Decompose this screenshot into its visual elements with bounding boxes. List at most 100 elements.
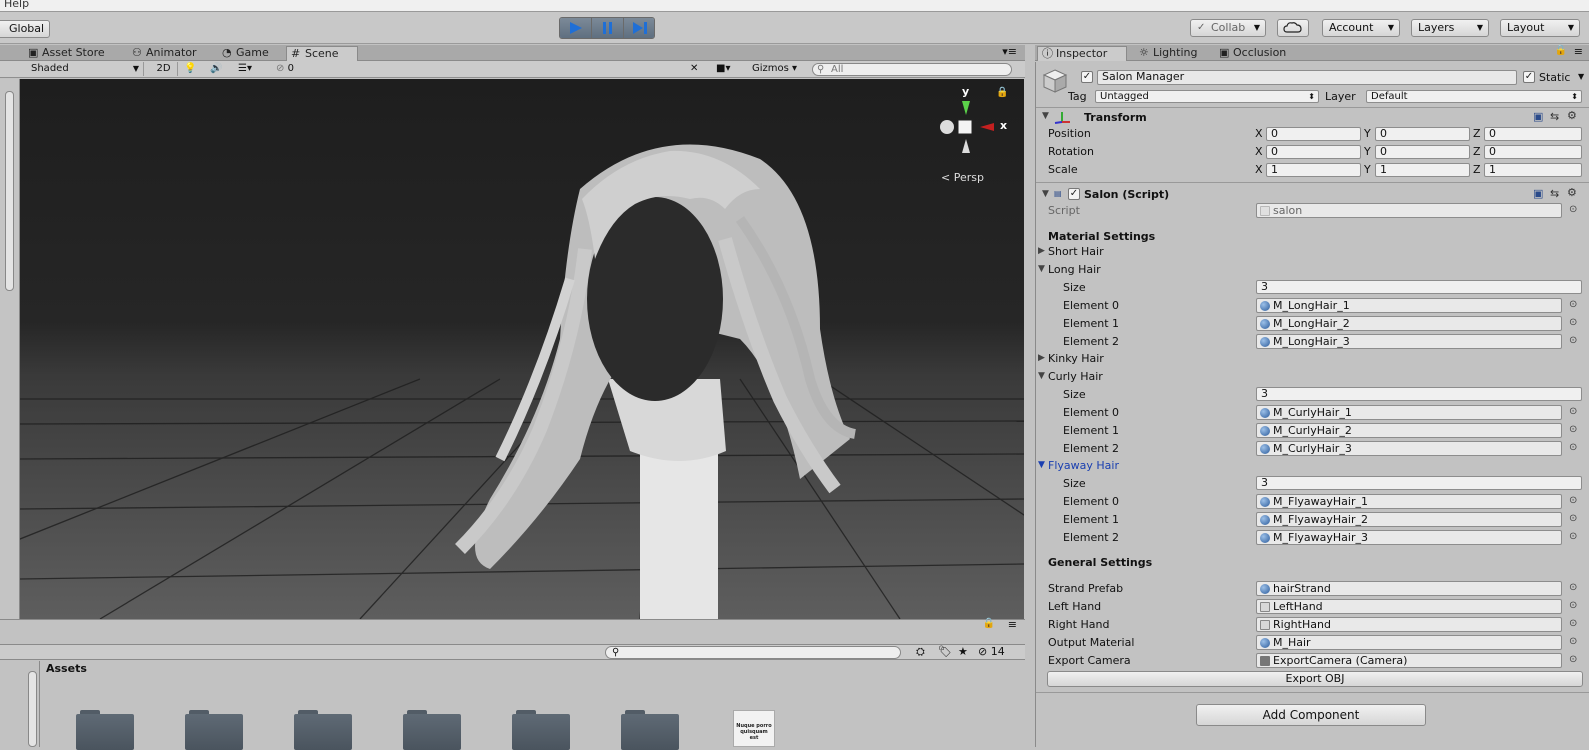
kinky-hair-foldout[interactable]: Kinky Hair	[1048, 352, 1104, 365]
settings-gear-icon[interactable]: ⚙	[1567, 109, 1577, 122]
curly-hair-foldout[interactable]: Curly Hair	[1048, 370, 1103, 383]
account-dropdown[interactable]: Account ▼	[1322, 19, 1400, 37]
text-file-item[interactable]: Nuque porro quisquam est	[733, 710, 775, 747]
help-book-icon[interactable]: ▣	[1533, 187, 1543, 200]
export-obj-button[interactable]: Export OBJ	[1047, 671, 1583, 687]
step-button[interactable]	[624, 18, 654, 38]
tab-animator[interactable]: ⚇ Animator	[128, 46, 203, 61]
panel-menu-icon[interactable]: ≡	[1574, 45, 1583, 58]
project-search-input[interactable]: ⚲	[605, 646, 901, 659]
lighting-toggle-icon[interactable]: 💡	[184, 62, 202, 76]
folder-item[interactable]	[621, 710, 679, 750]
flyaway-hair-element-field[interactable]: M_FlyawayHair_1	[1256, 494, 1562, 509]
layers-dropdown[interactable]: Layers ▼	[1411, 19, 1489, 37]
tag-dropdown[interactable]: Untagged ⬍	[1095, 90, 1319, 103]
pivot-space-toggle[interactable]: Global	[0, 20, 50, 38]
long-hair-size-field[interactable]: 3	[1256, 280, 1582, 294]
layer-dropdown[interactable]: Default ⬍	[1366, 90, 1582, 103]
position-y-field[interactable]: 0	[1375, 127, 1470, 141]
folder-item[interactable]	[76, 710, 134, 750]
rotation-x-field[interactable]: 0	[1266, 145, 1361, 159]
menu-help[interactable]: Help	[4, 0, 29, 10]
flyaway-hair-element-field[interactable]: M_FlyawayHair_3	[1256, 530, 1562, 545]
scene-horizontal-scrollbar[interactable]: 🔒 ≡	[0, 618, 1025, 633]
lock-icon[interactable]: 🔒	[1555, 45, 1567, 56]
tab-inspector[interactable]: ⓘ Inspector	[1037, 46, 1127, 61]
curly-hair-element-field[interactable]: M_CurlyHair_3	[1256, 441, 1562, 456]
settings-gear-icon[interactable]: ⚙	[1567, 186, 1577, 199]
script-foldout-arrow-icon[interactable]: ▼	[1042, 189, 1049, 199]
scrollbar-thumb[interactable]	[5, 91, 14, 291]
curly-hair-size-field[interactable]: 3	[1256, 387, 1582, 401]
object-name-field[interactable]: Salon Manager	[1097, 70, 1517, 85]
folder-item[interactable]	[512, 710, 570, 750]
gizmos-dropdown[interactable]: Gizmos ▾	[752, 62, 802, 76]
flyaway-hair-size-field[interactable]: 3	[1256, 476, 1582, 490]
export-camera-field[interactable]: ExportCamera (Camera)	[1256, 653, 1562, 668]
assets-breadcrumb[interactable]: Assets	[46, 662, 87, 675]
tab-lighting[interactable]: ☼ Lighting	[1135, 46, 1203, 61]
object-picker-icon[interactable]: ⊙	[1569, 654, 1577, 665]
effects-dropdown-icon[interactable]: ☰▾	[238, 62, 268, 76]
strand-prefab-field[interactable]: hairStrand	[1256, 581, 1562, 596]
scrollbar-thumb[interactable]	[28, 671, 37, 747]
curly-hair-element-field[interactable]: M_CurlyHair_1	[1256, 405, 1562, 420]
folder-item[interactable]	[294, 710, 352, 750]
static-checkbox[interactable]: ✓	[1523, 71, 1535, 83]
folder-item[interactable]	[403, 710, 461, 750]
left-hand-field[interactable]: LeftHand	[1256, 599, 1562, 614]
cloud-button[interactable]	[1277, 19, 1309, 37]
short-hair-foldout[interactable]: Short Hair	[1048, 245, 1104, 258]
script-enabled-checkbox[interactable]: ✓	[1068, 188, 1080, 200]
hidden-count[interactable]: ⊘ 14	[978, 645, 1005, 658]
rotation-y-field[interactable]: 0	[1375, 145, 1470, 159]
scale-z-field[interactable]: 1	[1484, 163, 1582, 177]
object-picker-icon[interactable]: ⊙	[1569, 531, 1577, 542]
preset-icon[interactable]: ⇆	[1550, 110, 1559, 123]
object-picker-icon[interactable]: ⊙	[1569, 406, 1577, 417]
right-hand-field[interactable]: RightHand	[1256, 617, 1562, 632]
object-picker-icon[interactable]: ⊙	[1569, 442, 1577, 453]
scene-vertical-scrollbar[interactable]	[0, 79, 20, 619]
foldout-expanded-icon[interactable]: ▼	[1038, 264, 1045, 274]
scene-viewport[interactable]: y x 🔒 < Persp	[20, 79, 1024, 619]
tab-asset-store[interactable]: ▣ Asset Store	[24, 46, 111, 61]
object-picker-icon[interactable]: ⊙	[1569, 335, 1577, 346]
object-picker-icon[interactable]: ⊙	[1569, 424, 1577, 435]
pause-button[interactable]	[592, 18, 624, 38]
object-picker-icon[interactable]: ⊙	[1569, 600, 1577, 611]
lock-icon[interactable]: 🔒	[983, 618, 995, 629]
rotation-z-field[interactable]: 0	[1484, 145, 1582, 159]
foldout-expanded-icon[interactable]: ▼	[1038, 371, 1045, 381]
object-picker-icon[interactable]: ⊙	[1569, 317, 1577, 328]
flyaway-hair-foldout[interactable]: Flyaway Hair	[1048, 459, 1119, 472]
scale-x-field[interactable]: 1	[1266, 163, 1361, 177]
scale-y-field[interactable]: 1	[1375, 163, 1470, 177]
collab-dropdown[interactable]: ✓ Collab ▼	[1190, 19, 1266, 37]
projection-toggle[interactable]: < Persp	[941, 171, 984, 184]
play-button[interactable]	[560, 18, 592, 38]
favorite-star-icon[interactable]: ★	[958, 645, 968, 658]
panel-menu-icon[interactable]: ▾≡	[1002, 45, 1017, 58]
foldout-expanded-icon[interactable]: ▼	[1038, 460, 1045, 470]
audio-toggle-icon[interactable]: 🔊	[210, 62, 228, 76]
foldout-collapsed-icon[interactable]: ▶	[1038, 353, 1045, 363]
shading-mode-dropdown[interactable]: Shaded ▼	[26, 62, 144, 76]
curly-hair-element-field[interactable]: M_CurlyHair_2	[1256, 423, 1562, 438]
position-z-field[interactable]: 0	[1484, 127, 1582, 141]
folder-item[interactable]	[185, 710, 243, 750]
scene-search-input[interactable]: ⚲ All	[812, 63, 1012, 76]
tab-scene[interactable]: # Scene	[286, 46, 358, 61]
tab-occlusion[interactable]: ▣ Occlusion	[1215, 46, 1292, 61]
hidden-objects-counter[interactable]: ⊘ 0	[276, 62, 306, 76]
help-book-icon[interactable]: ▣	[1533, 110, 1543, 123]
object-picker-icon[interactable]: ⊙	[1569, 618, 1577, 629]
long-hair-element-field[interactable]: M_LongHair_1	[1256, 298, 1562, 313]
filter-label-icon[interactable]: 🏷	[938, 645, 952, 658]
lock-icon[interactable]: 🔒	[996, 87, 1008, 98]
flyaway-hair-element-field[interactable]: M_FlyawayHair_2	[1256, 512, 1562, 527]
active-checkbox[interactable]: ✓	[1081, 71, 1093, 83]
camera-dropdown-icon[interactable]: ■▾	[716, 62, 744, 76]
long-hair-element-field[interactable]: M_LongHair_3	[1256, 334, 1562, 349]
object-picker-icon[interactable]: ⊙	[1569, 495, 1577, 506]
